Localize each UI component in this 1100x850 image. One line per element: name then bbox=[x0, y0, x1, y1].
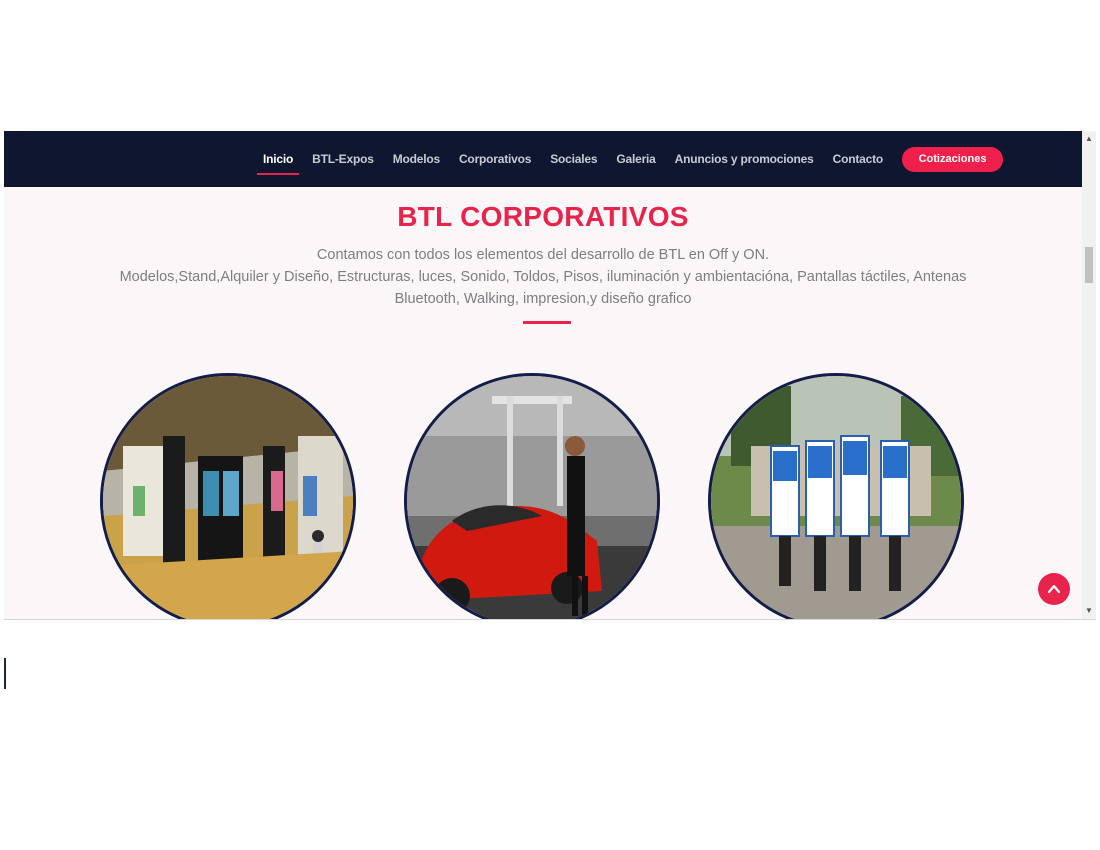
cotizaciones-button[interactable]: Cotizaciones bbox=[902, 146, 1004, 172]
scroll-to-top-button[interactable] bbox=[1038, 573, 1070, 605]
text-cursor bbox=[4, 658, 6, 689]
title-divider bbox=[523, 321, 571, 324]
chevron-up-icon bbox=[1047, 584, 1061, 594]
section-description: Contamos con todos los elementos del des… bbox=[94, 244, 992, 310]
nav-item-contacto[interactable]: Contacto bbox=[833, 152, 884, 166]
nav-item-anuncios[interactable]: Anuncios y promociones bbox=[675, 152, 814, 166]
scroll-down-arrow-icon[interactable]: ▼ bbox=[1082, 603, 1096, 619]
description-line-1: Contamos con todos los elementos del des… bbox=[316, 247, 770, 263]
walking-billboards-photo[interactable] bbox=[708, 373, 964, 619]
scroll-up-arrow-icon[interactable]: ▲ bbox=[1082, 131, 1096, 147]
navbar: Inicio BTL-Expos Modelos Corporativos So… bbox=[4, 131, 1082, 187]
nav-item-modelos[interactable]: Modelos bbox=[393, 152, 440, 166]
scrollbar[interactable]: ▲ ▼ bbox=[1082, 131, 1096, 619]
expo-stand-photo[interactable] bbox=[100, 373, 356, 619]
nav-item-btl-expos[interactable]: BTL-Expos bbox=[312, 152, 374, 166]
nav-menu: Inicio BTL-Expos Modelos Corporativos So… bbox=[256, 131, 1004, 187]
description-line-2: Modelos,Stand,Alquiler y Diseño, Estruct… bbox=[119, 269, 967, 307]
nav-item-sociales[interactable]: Sociales bbox=[550, 152, 597, 166]
nav-item-inicio[interactable]: Inicio bbox=[256, 152, 300, 175]
nav-item-corporativos[interactable]: Corporativos bbox=[459, 152, 531, 166]
browser-viewport: Inicio BTL-Expos Modelos Corporativos So… bbox=[4, 131, 1096, 620]
section-title: BTL CORPORATIVOS bbox=[397, 201, 689, 232]
nav-item-galeria[interactable]: Galeria bbox=[616, 152, 655, 166]
scrollbar-thumb[interactable] bbox=[1085, 247, 1093, 283]
red-car-model-photo[interactable] bbox=[404, 373, 660, 619]
